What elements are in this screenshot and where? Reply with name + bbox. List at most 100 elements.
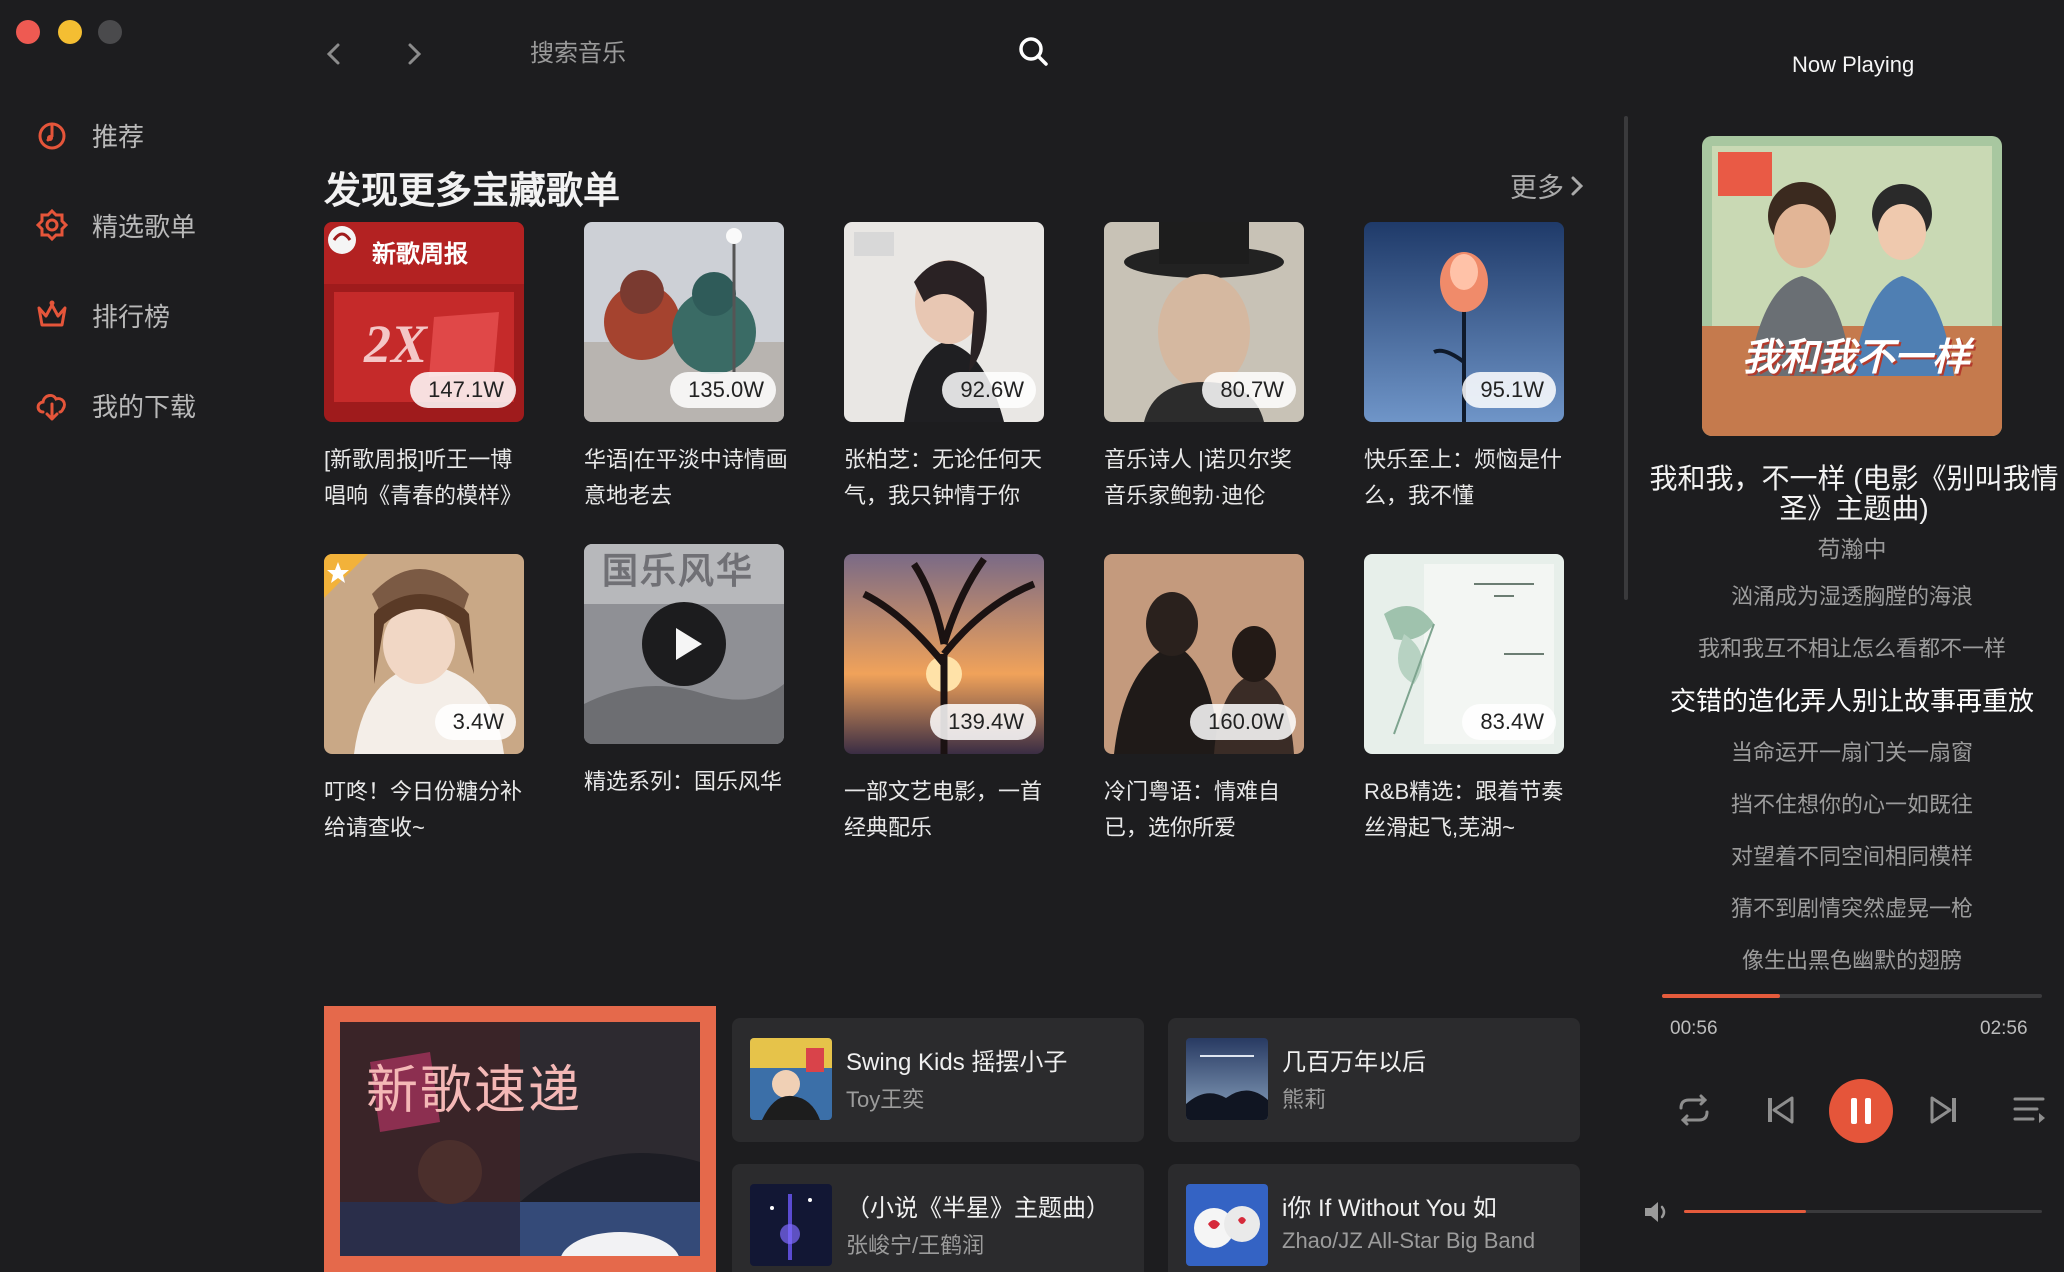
play-count: 80.7W [1202,372,1296,408]
song-artist: Zhao/JZ All-Star Big Band [1282,1228,1536,1253]
playlist-icon [34,207,70,243]
song-thumbnail [1186,1038,1268,1120]
playlist-cover: 国乐风华 [584,544,784,744]
playlist-card[interactable]: 80.7W 音乐诗人 |诺贝尔奖音乐家鲍勃·迪伦 [1104,222,1304,514]
playlist-card[interactable]: 国乐风华 精选系列：国乐风华 [584,544,784,800]
playlist-card[interactable]: 135.0W 华语|在平淡中诗情画意地老去 [584,222,788,514]
play-count: 147.1W [410,372,516,408]
sidebar-item-recommend[interactable]: 推荐 [0,90,300,180]
search-button[interactable] [1016,34,1054,72]
sidebar-item-downloads[interactable]: 我的下载 [0,360,300,450]
panel-scrollbar[interactable] [1624,116,1628,600]
playlist-card[interactable]: 83.4W R&B精选：跟着节奏丝滑起飞,芜湖~ [1364,554,1564,846]
previous-button[interactable] [1756,1086,1804,1134]
song-artist: 张峻宁/王鹤润 [846,1233,985,1258]
now-playing-cover: 我和我不一样 [1702,136,2002,436]
playlist-cover: 80.7W [1104,222,1304,422]
playlist-title: 音乐诗人 |诺贝尔奖音乐家鲍勃·迪伦 [1104,447,1292,508]
volume-button[interactable] [1642,1198,1672,1228]
play-count: 3.4W [434,704,516,740]
playlist-cover: 92.6W [844,222,1044,422]
volume-icon [1645,1202,1666,1222]
lyric-line: 对望着不同空间相同模样 [1730,844,1973,869]
sidebar-item-label: 排行榜 [92,301,171,332]
playlist-title: 张柏芝：无论任何天气，我只钟情于你 [844,447,1043,508]
pause-button[interactable] [1829,1079,1893,1143]
pause-icon [1851,1098,1871,1124]
song-item[interactable]: i你 If Without You 如 Zhao/JZ All-Star Big… [1168,1164,1580,1272]
playlist-title: 一部文艺电影，一首经典配乐 [844,779,1043,840]
lyrics-panel[interactable]: 汹涌成为湿透胸膛的海浪 我和我互不相让怎么看都不一样 交错的造化弄人别让故事再重… [1644,576,2060,972]
window-close-button[interactable] [16,20,40,44]
play-count: 139.4W [930,704,1036,740]
playlist-cover: 135.0W [584,222,784,422]
playlist-cover: 95.1W [1364,222,1564,422]
lyric-line-active: 交错的造化弄人别让故事再重放 [1669,686,2034,716]
section-title: 发现更多宝藏歌单 [324,170,620,211]
lyric-line: 像生出黑色幽默的翅膀 [1741,948,1962,972]
playlist-badge: 新歌周报 [372,241,468,268]
total-time: 02:56 [1980,1018,2028,1039]
volume-slider[interactable] [1684,1210,2042,1213]
playlist-cover: 2X 新歌周报 147.1W [324,222,524,422]
chevron-left-icon [326,43,340,65]
window-maximize-button[interactable] [98,20,122,44]
playlist-queue-button[interactable] [2006,1086,2054,1134]
play-count: 95.1W [1462,372,1556,408]
next-button[interactable] [1920,1086,1968,1134]
song-item[interactable]: Swing Kids 摇摆小子 Toy王奕 [732,1018,1144,1142]
repeat-icon [1679,1094,1709,1126]
window-minimize-button[interactable] [58,20,82,44]
song-item[interactable]: （小说《半星》主题曲） 张峻宁/王鹤润 [732,1164,1144,1272]
playlist-cover: 83.4W [1364,554,1564,754]
playlist-card[interactable]: 139.4W 一部文艺电影，一首经典配乐 [844,554,1044,846]
svg-text:2X: 2X [363,314,429,374]
playlist-title: 快乐至上：烦恼是什么，我不懂 [1364,447,1563,508]
song-name: （小说《半星》主题曲） [846,1195,1110,1222]
forward-button[interactable] [396,36,432,72]
sidebar-item-label: 推荐 [92,121,145,152]
cloud-download-icon [34,387,70,423]
lyric-line: 挡不住想你的心一如既往 [1730,792,1973,817]
playlist-card[interactable]: 2X 新歌周报 147.1W [新歌周报]听王一博唱响《青春的模样》 [324,222,524,514]
playback-progress-fill [1662,994,1780,998]
song-item[interactable]: 几百万年以后 熊莉 [1168,1018,1580,1142]
now-playing-song-title: 我和我，不一样 (电影《别叫我情圣》主题曲) [1649,463,2059,524]
search-icon [1019,37,1048,66]
playlist-card[interactable]: 3.4W 叮咚！今日份糖分补给请查收~ [324,554,524,846]
new-songs-title: 新歌速递 [366,1062,583,1120]
sidebar-item-label: 精选歌单 [92,211,197,242]
lyric-line: 猜不到剧情突然虚晃一枪 [1730,896,1973,921]
lyric-line: 我和我互不相让怎么看都不一样 [1697,636,2006,661]
current-time: 00:56 [1670,1018,1718,1039]
play-count: 135.0W [670,372,776,408]
chevron-right-icon [408,43,422,65]
queue-list-icon [2013,1097,2045,1123]
song-artist: Toy王奕 [846,1087,925,1112]
new-songs-panel[interactable]: 新歌速递 [324,1006,716,1272]
song-artist: 熊莉 [1282,1087,1327,1112]
playlist-title: 精选系列：国乐风华 [584,769,783,794]
sidebar-item-label: 我的下载 [92,391,197,422]
more-link[interactable]: 更多 [1510,166,1584,205]
playlist-title: 华语|在平淡中诗情画意地老去 [584,447,788,508]
now-playing-artist: 苟瀚中 [1817,536,1887,562]
playlist-card[interactable]: 92.6W 张柏芝：无论任何天气，我只钟情于你 [844,222,1044,514]
lyric-line: 汹涌成为湿透胸膛的海浪 [1730,584,1973,609]
playlist-card[interactable]: 95.1W 快乐至上：烦恼是什么，我不懂 [1364,222,1564,514]
now-playing-header: Now Playing [1792,52,1915,77]
sidebar-item-charts[interactable]: 排行榜 [0,270,300,360]
playlist-title: 叮咚！今日份糖分补给请查收~ [324,779,523,840]
playlist-card[interactable]: 160.0W 冷门粤语：情难自已，选你所爱 [1104,554,1304,846]
playlist-title: R&B精选：跟着节奏丝滑起飞,芜湖~ [1364,779,1564,840]
playlist-title: [新歌周报]听王一博唱响《青春的模样》 [324,447,523,508]
recommend-icon [34,117,70,153]
sidebar-item-playlists[interactable]: 精选歌单 [0,180,300,270]
search-input[interactable] [530,34,1010,74]
playback-progress[interactable] [1662,994,2042,998]
more-label: 更多 [1510,173,1564,203]
back-button[interactable] [316,36,352,72]
song-name: i你 If Without You 如 [1282,1195,1497,1222]
chevron-right-icon [1571,176,1584,195]
repeat-button[interactable] [1670,1086,1718,1134]
